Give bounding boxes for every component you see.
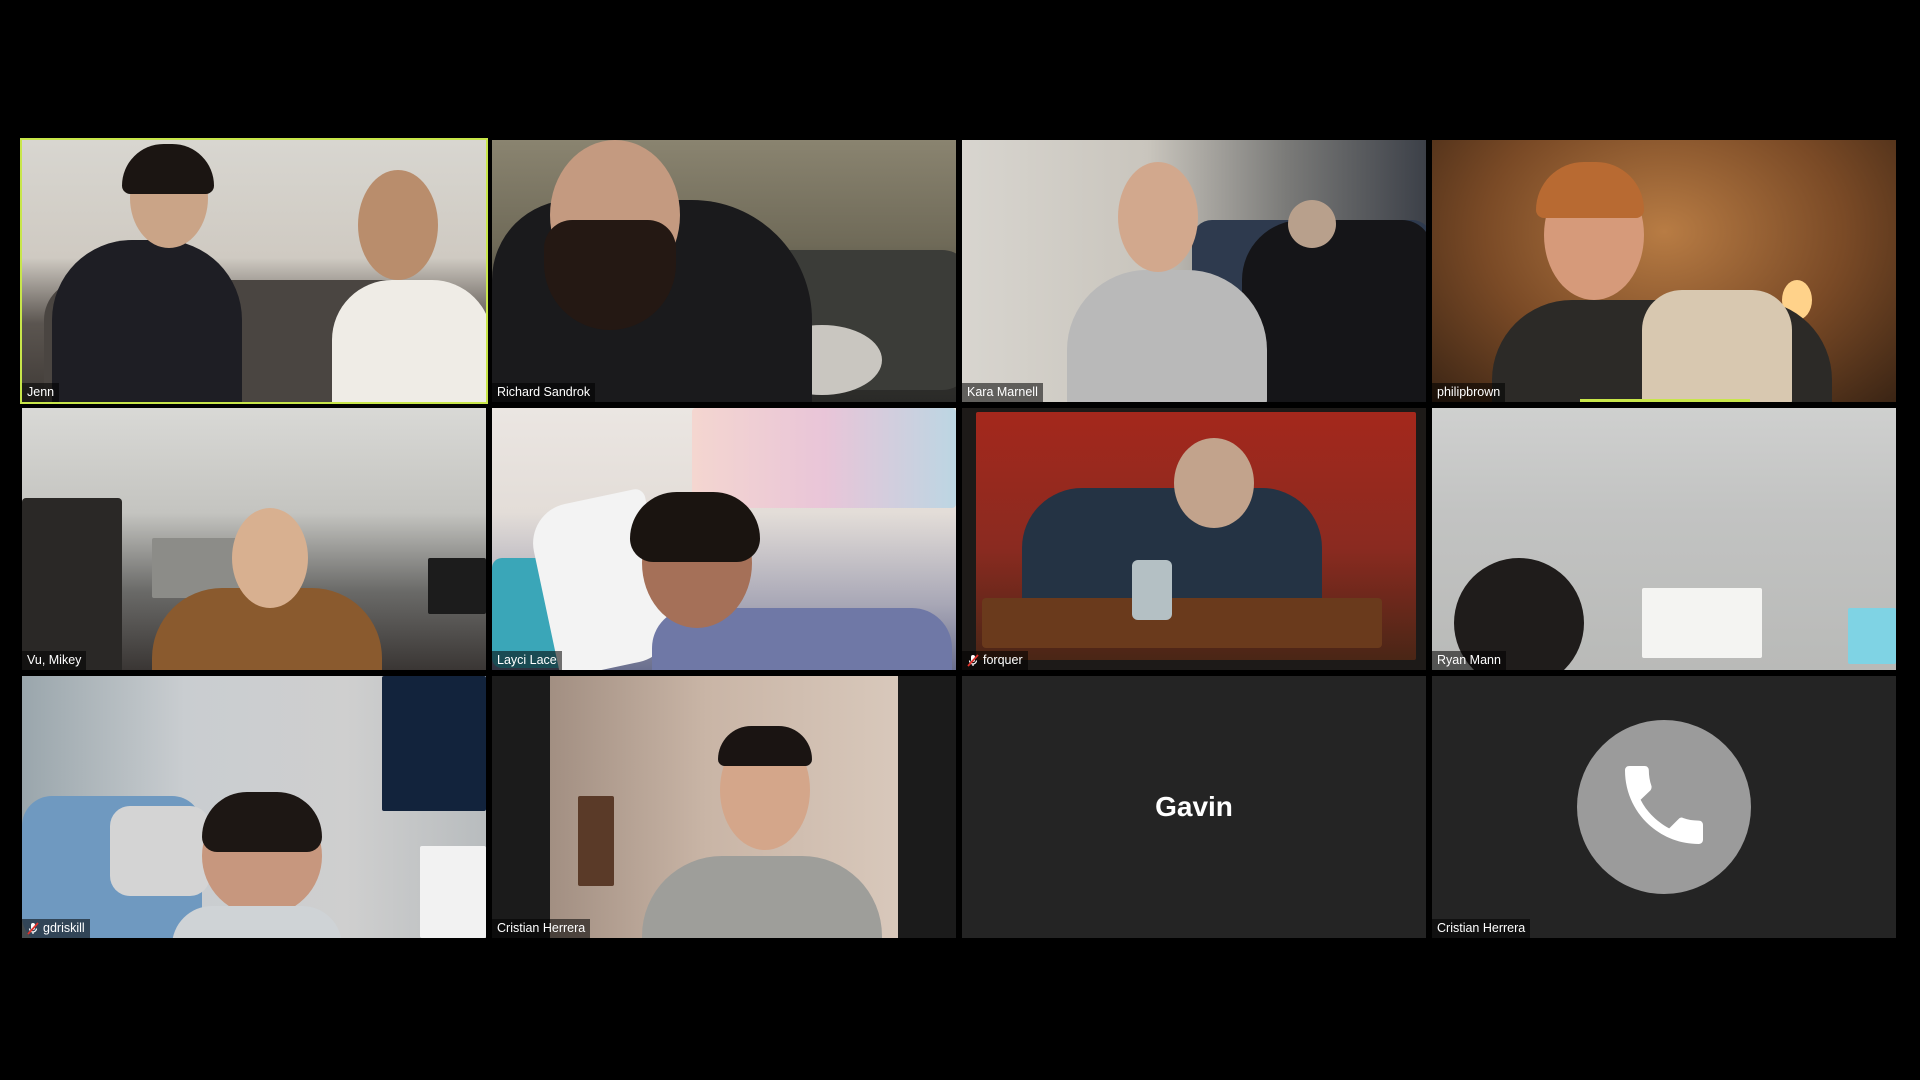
participant-name: forquer bbox=[983, 653, 1023, 667]
participant-name: Vu, Mikey bbox=[27, 653, 82, 667]
door-shape bbox=[1642, 588, 1762, 658]
participant-name-tag: Vu, Mikey bbox=[22, 651, 87, 670]
person-hair bbox=[718, 726, 812, 766]
glass-shape bbox=[1132, 560, 1172, 620]
muted-mic-icon bbox=[27, 922, 39, 935]
participant-name: Layci Lace bbox=[497, 653, 557, 667]
video-off-tile-gavin[interactable]: Gavin bbox=[962, 676, 1426, 938]
person-hair bbox=[202, 792, 322, 852]
participant-name: Kara Marnell bbox=[967, 385, 1038, 399]
phone-participant-tile[interactable]: Cristian Herrera bbox=[1432, 676, 1896, 938]
kitchen-cabinet bbox=[22, 498, 122, 670]
video-tile-layci-lace[interactable]: Layci Lace bbox=[492, 408, 956, 670]
participant-name: gdriskill bbox=[43, 921, 85, 935]
video-tile-jenn[interactable]: Jenn bbox=[20, 138, 488, 404]
participant-name: Richard Sandrok bbox=[497, 385, 591, 399]
person-shape bbox=[642, 856, 882, 938]
participant-name: Ryan Mann bbox=[1437, 653, 1501, 667]
video-tile-cristian-herrera[interactable]: Cristian Herrera bbox=[492, 676, 956, 938]
window-light bbox=[1848, 608, 1896, 664]
video-tile-ryan-mann[interactable]: Ryan Mann bbox=[1432, 408, 1896, 670]
person-shape bbox=[332, 280, 486, 402]
participant-name-tag: philipbrown bbox=[1432, 383, 1506, 402]
person-shape bbox=[1022, 488, 1322, 608]
participant-name: philipbrown bbox=[1437, 385, 1501, 399]
video-tile-gdriskill[interactable]: gdriskill bbox=[22, 676, 486, 938]
participant-name-tag: forquer bbox=[962, 651, 1028, 670]
shelf-shape bbox=[420, 846, 486, 938]
tv-shape bbox=[382, 676, 486, 811]
wall-mirror bbox=[578, 796, 614, 886]
video-tile-richard-sandrok[interactable]: Richard Sandrok bbox=[492, 140, 956, 402]
person-shape bbox=[1067, 270, 1267, 402]
participant-name-tag: Layci Lace bbox=[492, 651, 562, 670]
person-hair bbox=[630, 492, 760, 562]
participant-name-tag: Ryan Mann bbox=[1432, 651, 1506, 670]
participant-name-tag: Richard Sandrok bbox=[492, 383, 596, 402]
participant-name-tag: Jenn bbox=[22, 383, 60, 402]
phone-icon bbox=[1612, 753, 1716, 862]
wall-art bbox=[692, 408, 956, 508]
person-shape bbox=[52, 240, 242, 402]
person-face bbox=[358, 170, 438, 280]
participant-name-tag: Kara Marnell bbox=[962, 383, 1043, 402]
monitor-shape bbox=[428, 558, 486, 614]
blanket-shape bbox=[1242, 220, 1426, 402]
person-face bbox=[1288, 200, 1336, 248]
person-face bbox=[1118, 162, 1198, 272]
participant-name: Cristian Herrera bbox=[497, 921, 586, 935]
video-tile-vu-mikey[interactable]: Vu, Mikey bbox=[22, 408, 486, 670]
person-shape bbox=[172, 906, 342, 938]
participant-name-tag: Cristian Herrera bbox=[492, 919, 591, 938]
muted-mic-icon bbox=[967, 654, 979, 667]
participant-name-tag: Cristian Herrera bbox=[1432, 919, 1531, 938]
video-tile-kara-marnell[interactable]: Kara Marnell bbox=[962, 140, 1426, 402]
audio-level-bar bbox=[1580, 399, 1750, 402]
person-face bbox=[232, 508, 308, 608]
person-face bbox=[1174, 438, 1254, 528]
participant-name-tag: gdriskill bbox=[22, 919, 90, 938]
meeting-window: Jenn Richard Sandrok Kara Marnell philip… bbox=[0, 0, 1920, 1080]
pillow-shape bbox=[110, 806, 210, 896]
gallery-view: Jenn Richard Sandrok Kara Marnell philip… bbox=[20, 138, 1898, 940]
participant-name: Cristian Herrera bbox=[1437, 921, 1526, 935]
participant-name: Jenn bbox=[27, 385, 55, 399]
participant-display-name: Gavin bbox=[1155, 791, 1233, 822]
video-tile-philipbrown[interactable]: philipbrown bbox=[1432, 140, 1896, 402]
video-tile-forquer[interactable]: forquer bbox=[962, 408, 1426, 670]
towel-shape bbox=[1642, 290, 1792, 402]
table-shape bbox=[982, 598, 1382, 648]
phone-avatar bbox=[1577, 720, 1751, 894]
